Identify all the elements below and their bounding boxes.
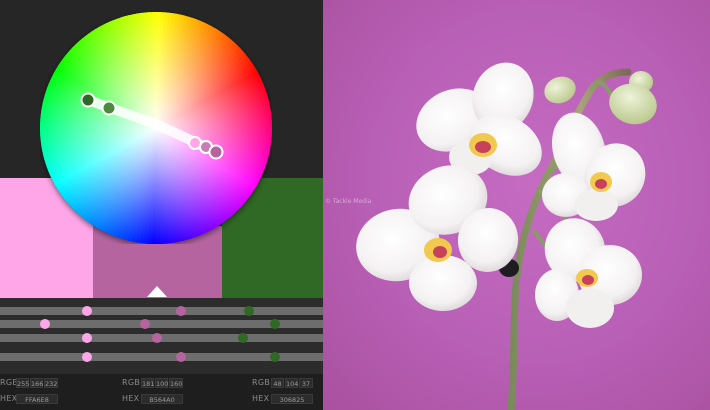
hex-value-3[interactable]: 306825 — [271, 394, 313, 404]
slider-handle[interactable] — [176, 352, 186, 362]
green-value-1[interactable]: 166 — [30, 378, 43, 388]
slider-handle[interactable] — [40, 319, 50, 329]
slider-row-1[interactable] — [0, 306, 323, 316]
rgb-label-2: RGB — [122, 378, 141, 387]
color-values-panel: RGB 255 166 232 HEX FFA6E8 RGB 181 100 1… — [0, 374, 323, 410]
slider-handle[interactable] — [270, 352, 280, 362]
wheel-marker-green-1[interactable] — [80, 92, 96, 108]
slider-handle[interactable] — [82, 333, 92, 343]
photo-watermark: © Tackle Media — [325, 198, 372, 205]
slider-handle[interactable] — [82, 306, 92, 316]
green-value-2[interactable]: 100 — [155, 378, 168, 388]
color-wheel[interactable] — [40, 12, 272, 244]
slider-row-4[interactable] — [0, 352, 323, 362]
red-value-2[interactable]: 181 — [141, 378, 154, 388]
slider-handle[interactable] — [270, 319, 280, 329]
app-root: RGB 255 166 232 HEX FFA6E8 RGB 181 100 1… — [0, 0, 710, 410]
blue-value-1[interactable]: 232 — [44, 378, 58, 388]
slider-handle[interactable] — [176, 306, 186, 316]
color-tool-panel: RGB 255 166 232 HEX FFA6E8 RGB 181 100 1… — [0, 0, 323, 410]
color-sliders — [0, 298, 323, 374]
wheel-marker-mauve[interactable] — [208, 144, 224, 160]
slider-handle[interactable] — [152, 333, 162, 343]
hex-label-3: HEX — [252, 394, 270, 403]
hex-label-1: HEX — [0, 394, 18, 403]
rgb-label-3: RGB — [252, 378, 271, 387]
blue-value-3[interactable]: 37 — [299, 378, 313, 388]
green-value-3[interactable]: 104 — [285, 378, 298, 388]
hex-value-2[interactable]: B564A0 — [141, 394, 183, 404]
slider-row-2[interactable] — [0, 319, 323, 329]
slider-handle[interactable] — [82, 352, 92, 362]
reference-photo: © Tackle Media — [323, 0, 710, 410]
slider-handle[interactable] — [238, 333, 248, 343]
orchid-image — [356, 62, 657, 410]
slider-row-3[interactable] — [0, 333, 323, 343]
slider-handle[interactable] — [140, 319, 150, 329]
slider-handle[interactable] — [244, 306, 254, 316]
blue-value-2[interactable]: 160 — [169, 378, 183, 388]
red-value-3[interactable]: 48 — [271, 378, 284, 388]
hex-value-1[interactable]: FFA6E8 — [16, 394, 58, 404]
wheel-marker-green-2[interactable] — [101, 100, 117, 116]
hex-label-2: HEX — [122, 394, 140, 403]
red-value-1[interactable]: 255 — [16, 378, 29, 388]
selected-swatch-indicator — [147, 286, 167, 297]
color-wheel-graphic[interactable] — [40, 12, 272, 244]
